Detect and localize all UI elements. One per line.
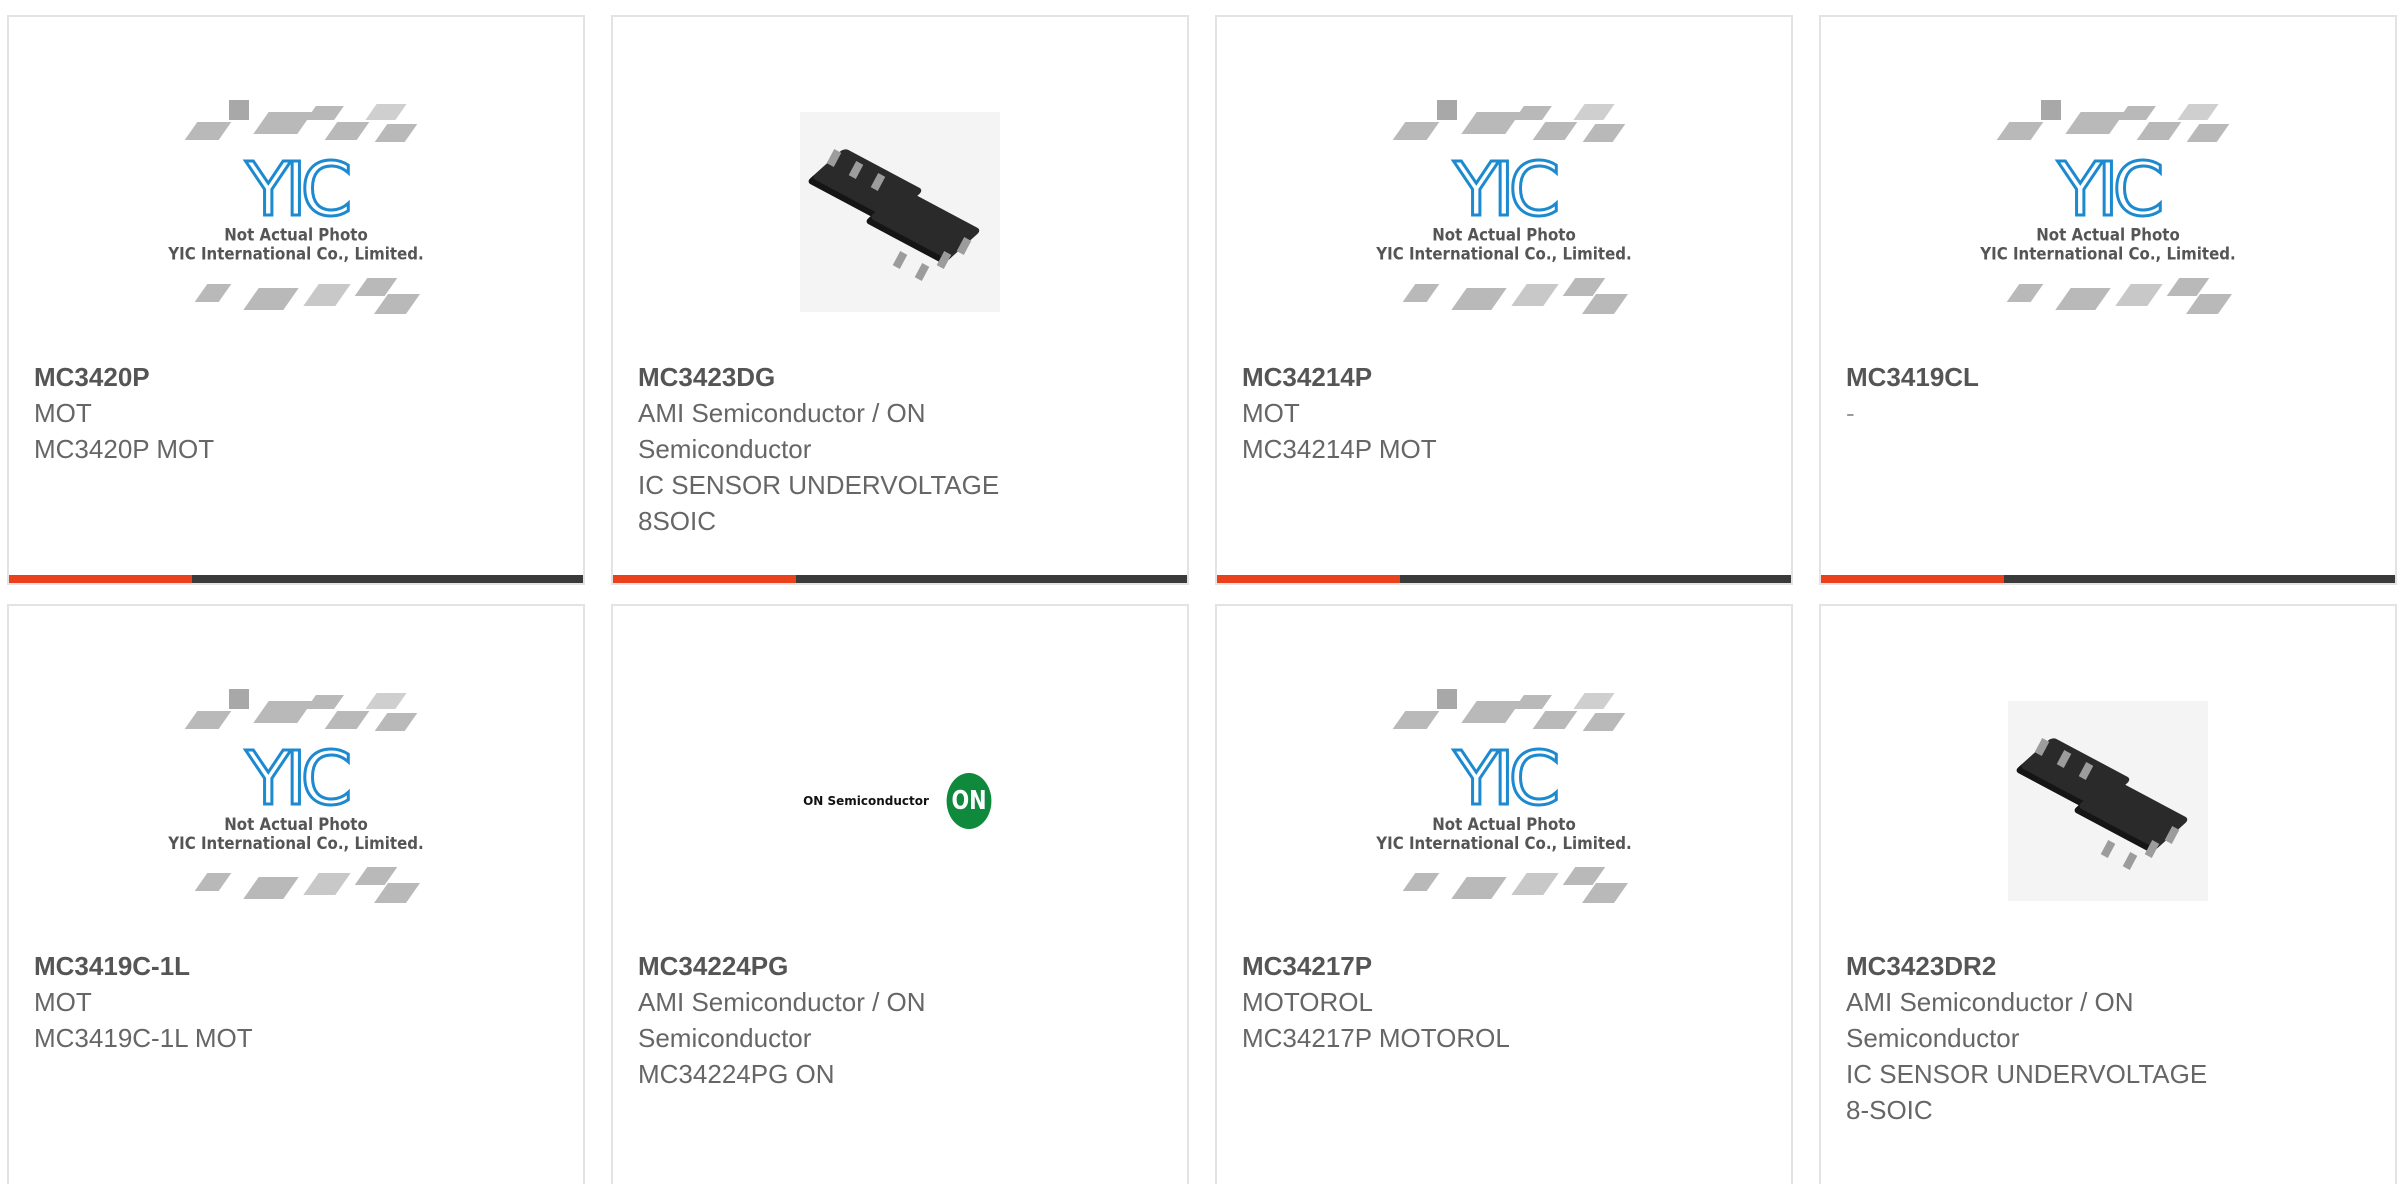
product-image[interactable] xyxy=(1821,656,2395,946)
product-image[interactable] xyxy=(613,67,1187,357)
placeholder-caption: YIC International Co., Limited. xyxy=(1376,832,1632,854)
soic-chip-photo xyxy=(2008,701,2208,901)
soic-chip-photo xyxy=(800,112,1000,312)
card-bottom-bar xyxy=(1821,575,2395,583)
on-badge-icon: ON xyxy=(946,773,992,829)
card-bottom-bar xyxy=(9,575,583,583)
part-number[interactable]: MC34224PG xyxy=(638,948,1068,984)
placeholder-caption: YIC International Co., Limited. xyxy=(168,243,424,265)
product-image[interactable]: YIC Not Actual Photo YIC International C… xyxy=(9,67,583,357)
description: 8-SOIC xyxy=(1846,1095,1933,1125)
description: MC34214P MOT xyxy=(1242,434,1437,464)
product-card[interactable]: YIC Not Actual Photo YIC International C… xyxy=(1819,15,2397,585)
part-number[interactable]: MC34217P xyxy=(1242,948,1672,984)
part-number[interactable]: MC3419CL xyxy=(1846,359,2276,395)
part-number[interactable]: MC34214P xyxy=(1242,359,1672,395)
description: MC3419C-1L MOT xyxy=(34,1023,253,1053)
yic-placeholder-icon: YIC Not Actual Photo YIC International C… xyxy=(161,92,431,332)
product-card[interactable]: YIC Not Actual Photo YIC International C… xyxy=(7,604,585,1184)
product-card[interactable]: YIC Not Actual Photo YIC International C… xyxy=(1215,604,1793,1184)
product-grid: YIC Not Actual Photo YIC International C… xyxy=(0,0,2400,1184)
part-number[interactable]: MC3423DR2 xyxy=(1846,948,2276,984)
yic-placeholder-icon: YIC Not Actual Photo YIC International C… xyxy=(1369,681,1639,921)
description: 8SOIC xyxy=(638,506,717,536)
product-card[interactable]: MC3423DR2 AMI Semiconductor / ON Semicon… xyxy=(1819,604,2397,1184)
manufacturer: AMI Semiconductor / ON xyxy=(638,987,926,1017)
part-number[interactable]: MC3423DG xyxy=(638,359,1068,395)
description: IC SENSOR UNDERVOLTAGE xyxy=(638,470,1000,500)
manufacturer: MOT xyxy=(34,987,92,1017)
part-number[interactable]: MC3419C-1L xyxy=(34,948,464,984)
manufacturer: AMI Semiconductor / ON xyxy=(1846,987,2134,1017)
placeholder-caption: YIC International Co., Limited. xyxy=(1980,243,2236,265)
manufacturer: Semiconductor xyxy=(638,434,812,464)
product-card[interactable]: MC3423DG AMI Semiconductor / ON Semicond… xyxy=(611,15,1189,585)
placeholder-caption: Not Actual Photo xyxy=(2036,224,2180,246)
card-bottom-bar xyxy=(1217,575,1791,583)
placeholder-caption: Not Actual Photo xyxy=(1432,813,1576,835)
manufacturer: Semiconductor xyxy=(638,1023,812,1053)
product-card[interactable]: YIC Not Actual Photo YIC International C… xyxy=(7,15,585,585)
manufacturer: Semiconductor xyxy=(1846,1023,2020,1053)
card-bottom-bar xyxy=(613,575,1187,583)
product-image[interactable]: YIC Not Actual Photo YIC International C… xyxy=(1821,67,2395,357)
product-image[interactable]: YIC Not Actual Photo YIC International C… xyxy=(1217,656,1791,946)
manufacturer: AMI Semiconductor / ON xyxy=(638,398,926,428)
manufacturer: MOT xyxy=(1242,398,1300,428)
product-image[interactable]: ON Semiconductor ON xyxy=(613,656,1187,946)
manufacturer: - xyxy=(1846,398,1855,428)
placeholder-caption: Not Actual Photo xyxy=(1432,224,1576,246)
product-card[interactable]: ON Semiconductor ON MC34224PG AMI Semico… xyxy=(611,604,1189,1184)
description: IC SENSOR UNDERVOLTAGE xyxy=(1846,1059,2208,1089)
yic-placeholder-icon: YIC Not Actual Photo YIC International C… xyxy=(1973,92,2243,332)
placeholder-caption: Not Actual Photo xyxy=(224,813,368,835)
yic-placeholder-icon: YIC Not Actual Photo YIC International C… xyxy=(161,681,431,921)
on-wordmark: ON Semiconductor xyxy=(803,794,929,808)
yic-placeholder-icon: YIC Not Actual Photo YIC International C… xyxy=(1369,92,1639,332)
product-image[interactable]: YIC Not Actual Photo YIC International C… xyxy=(9,656,583,946)
on-semiconductor-logo: ON Semiconductor ON xyxy=(803,773,997,829)
manufacturer: MOT xyxy=(34,398,92,428)
product-image[interactable]: YIC Not Actual Photo YIC International C… xyxy=(1217,67,1791,357)
description: MC34217P MOTOROL xyxy=(1242,1023,1510,1053)
placeholder-caption: YIC International Co., Limited. xyxy=(1376,243,1632,265)
placeholder-caption: Not Actual Photo xyxy=(224,224,368,246)
description: MC34224PG ON xyxy=(638,1059,835,1089)
manufacturer: MOTOROL xyxy=(1242,987,1373,1017)
part-number[interactable]: MC3420P xyxy=(34,359,464,395)
description: MC3420P MOT xyxy=(34,434,215,464)
product-card[interactable]: YIC Not Actual Photo YIC International C… xyxy=(1215,15,1793,585)
placeholder-caption: YIC International Co., Limited. xyxy=(168,832,424,854)
